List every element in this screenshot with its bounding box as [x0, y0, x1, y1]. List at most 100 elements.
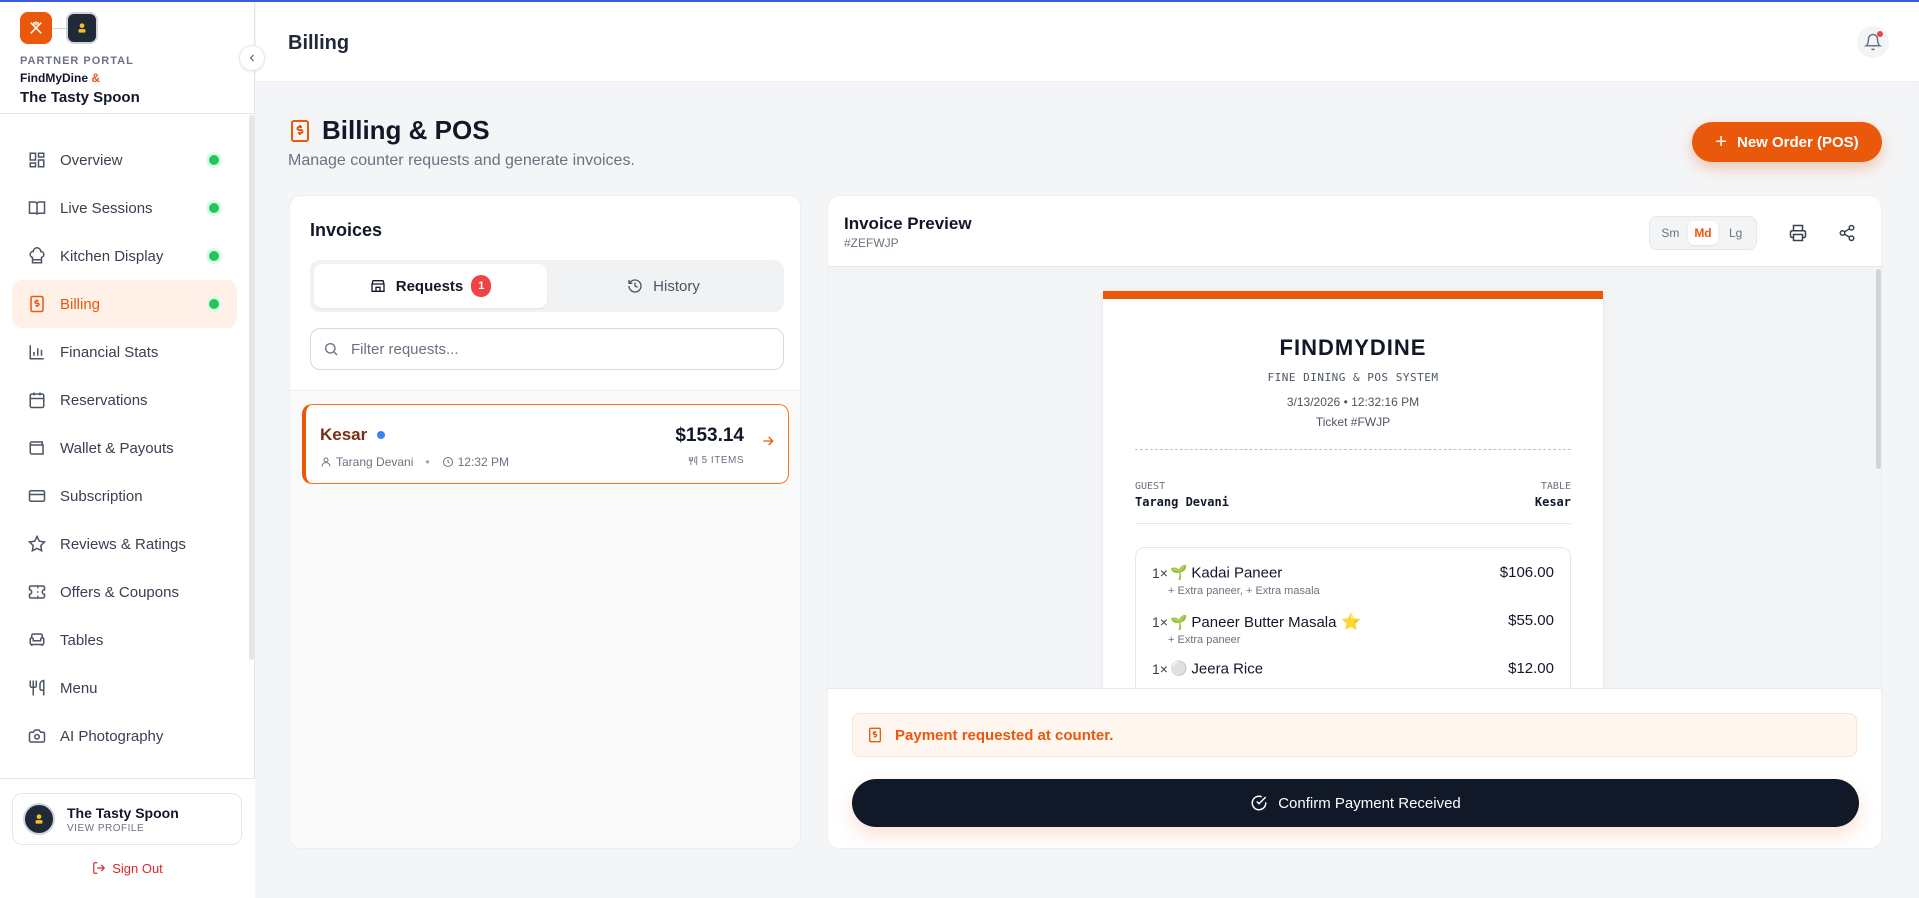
- sidebar-nav: Overview Live Sessions Kitchen Display B…: [12, 136, 237, 760]
- status-dot: [209, 203, 219, 213]
- header-title: Billing: [288, 32, 350, 54]
- payment-note-text: Payment requested at counter.: [895, 726, 1114, 744]
- credit-card-icon: [28, 487, 46, 505]
- brand-amp: &: [91, 71, 101, 85]
- findmydine-logo: [20, 12, 52, 44]
- request-time: 12:32 PM: [457, 455, 509, 469]
- top-accent-line: [0, 0, 1919, 2]
- profile-name: The Tasty Spoon: [67, 804, 179, 821]
- arrow-right-icon: [760, 433, 776, 449]
- store-icon: [370, 278, 386, 294]
- receipt-icon: [28, 295, 46, 313]
- meta-separator: •: [425, 455, 430, 469]
- chevron-left-icon: [246, 52, 258, 64]
- sidebar-item-overview[interactable]: Overview: [12, 136, 237, 184]
- logo-connector: [52, 27, 66, 29]
- view-profile-link[interactable]: VIEW PROFILE: [67, 823, 179, 834]
- list-item[interactable]: Kesar Tarang Devani • 12:32 PM $153.14 5…: [302, 404, 789, 484]
- request-table-name: Kesar: [320, 425, 368, 444]
- notifications-button[interactable]: [1857, 26, 1889, 58]
- clock-icon: [442, 456, 454, 468]
- brand-line: FindMyDine &: [20, 71, 140, 85]
- item-qty: 1×: [1152, 564, 1168, 581]
- plus-icon: +: [1715, 130, 1727, 153]
- sidebar-item-label: Wallet & Payouts: [60, 439, 174, 457]
- sidebar-item-live-sessions[interactable]: Live Sessions: [12, 184, 237, 232]
- utensils-icon: [28, 679, 46, 697]
- brand-name: FindMyDine: [20, 71, 88, 85]
- sidebar-item-label: Offers & Coupons: [60, 583, 179, 601]
- confirm-payment-button[interactable]: Confirm Payment Received: [852, 779, 1859, 827]
- size-md-button[interactable]: Md: [1687, 221, 1718, 245]
- sidebar-item-label: AI Photography: [60, 727, 164, 745]
- filter-requests-input[interactable]: [351, 340, 751, 358]
- sidebar-item-offers-coupons[interactable]: Offers & Coupons: [12, 568, 237, 616]
- invoices-panel: Invoices Requests 1 History Kesar Tarang…: [289, 195, 801, 849]
- sign-out-button[interactable]: Sign Out: [0, 861, 255, 878]
- invoices-title: Invoices: [310, 220, 383, 240]
- star-icon: ⭐: [1340, 614, 1361, 631]
- guest-name: Tarang Devani: [1135, 495, 1229, 509]
- sidebar: PARTNER PORTAL FindMyDine & The Tasty Sp…: [0, 0, 255, 898]
- status-dot: [209, 155, 219, 165]
- sidebar-item-reservations[interactable]: Reservations: [12, 376, 237, 424]
- print-button[interactable]: [1783, 218, 1813, 248]
- sidebar-item-ai-photography[interactable]: AI Photography: [12, 712, 237, 760]
- size-lg-button[interactable]: Lg: [1721, 221, 1751, 245]
- bar-chart-icon: [28, 343, 46, 361]
- calendar-icon: [28, 391, 46, 409]
- receipt-preview-area[interactable]: FINDMYDINE FINE DINING & POS SYSTEM 3/13…: [828, 266, 1881, 689]
- notification-dot: [1877, 31, 1883, 37]
- star-icon: [28, 535, 46, 553]
- kitchen-icon: [28, 247, 46, 265]
- guest-label: GUEST: [1135, 481, 1166, 492]
- receipt-subtitle: FINE DINING & POS SYSTEM: [1267, 371, 1439, 384]
- grid-icon: [28, 151, 46, 169]
- new-order-label: New Order (POS): [1736, 133, 1859, 151]
- sidebar-item-label: Reviews & Ratings: [60, 535, 186, 553]
- sidebar-item-label: Financial Stats: [60, 343, 159, 361]
- item-price: $12.00: [1508, 660, 1554, 677]
- requests-count-badge: 1: [471, 275, 492, 297]
- preview-scrollbar[interactable]: [1876, 269, 1881, 469]
- plate-icon: ⚪: [1169, 660, 1188, 676]
- size-sm-button[interactable]: Sm: [1655, 221, 1685, 245]
- sidebar-item-tables[interactable]: Tables: [12, 616, 237, 664]
- item-name: Kadai Paneer: [1191, 564, 1283, 582]
- tab-requests[interactable]: Requests 1: [314, 264, 547, 308]
- sidebar-item-billing[interactable]: Billing: [12, 280, 237, 328]
- payment-request-notice: Payment requested at counter.: [852, 713, 1857, 757]
- receipt-brand: FINDMYDINE: [1279, 335, 1427, 360]
- wallet-icon: [28, 439, 46, 457]
- sidebar-item-label: Billing: [60, 295, 101, 313]
- profile-card[interactable]: The Tasty Spoon VIEW PROFILE: [12, 793, 242, 845]
- share-button[interactable]: [1832, 218, 1862, 248]
- sidebar-scrollbar[interactable]: [249, 115, 254, 660]
- filter-requests-field[interactable]: [310, 328, 784, 370]
- receipt-icon: [867, 727, 883, 743]
- sign-out-label: Sign Out: [112, 861, 163, 876]
- collapse-sidebar-button[interactable]: [239, 45, 265, 71]
- sidebar-item-wallet-payouts[interactable]: Wallet & Payouts: [12, 424, 237, 472]
- main-scrollbar[interactable]: [1912, 82, 1919, 898]
- sidebar-item-menu[interactable]: Menu: [12, 664, 237, 712]
- tab-history[interactable]: History: [547, 264, 780, 308]
- page-heading: Billing & POS Manage counter requests an…: [288, 115, 635, 170]
- sidebar-item-label: Menu: [60, 679, 98, 697]
- sidebar-divider: [0, 113, 255, 114]
- confirm-payment-label: Confirm Payment Received: [1278, 794, 1461, 812]
- item-name: Jeera Rice: [1191, 660, 1264, 678]
- sidebar-item-financial-stats[interactable]: Financial Stats: [12, 328, 237, 376]
- invoice-id: #ZEFWJP: [844, 236, 899, 250]
- sign-out-icon: [92, 861, 106, 878]
- top-header: Billing: [256, 2, 1919, 82]
- new-order-button[interactable]: + New Order (POS): [1692, 122, 1882, 162]
- portal-label: PARTNER PORTAL: [20, 55, 134, 67]
- sidebar-item-kitchen-display[interactable]: Kitchen Display: [12, 232, 237, 280]
- item-modifiers: + Extra paneer, + Extra masala: [1168, 584, 1320, 597]
- sidebar-item-subscription[interactable]: Subscription: [12, 472, 237, 520]
- request-item-count: 5 ITEMS: [701, 455, 744, 466]
- request-amount: $153.14: [675, 425, 744, 446]
- receipt-item: 1× ⚪ Jeera Rice $12.00: [1152, 660, 1554, 679]
- sidebar-item-reviews-ratings[interactable]: Reviews & Ratings: [12, 520, 237, 568]
